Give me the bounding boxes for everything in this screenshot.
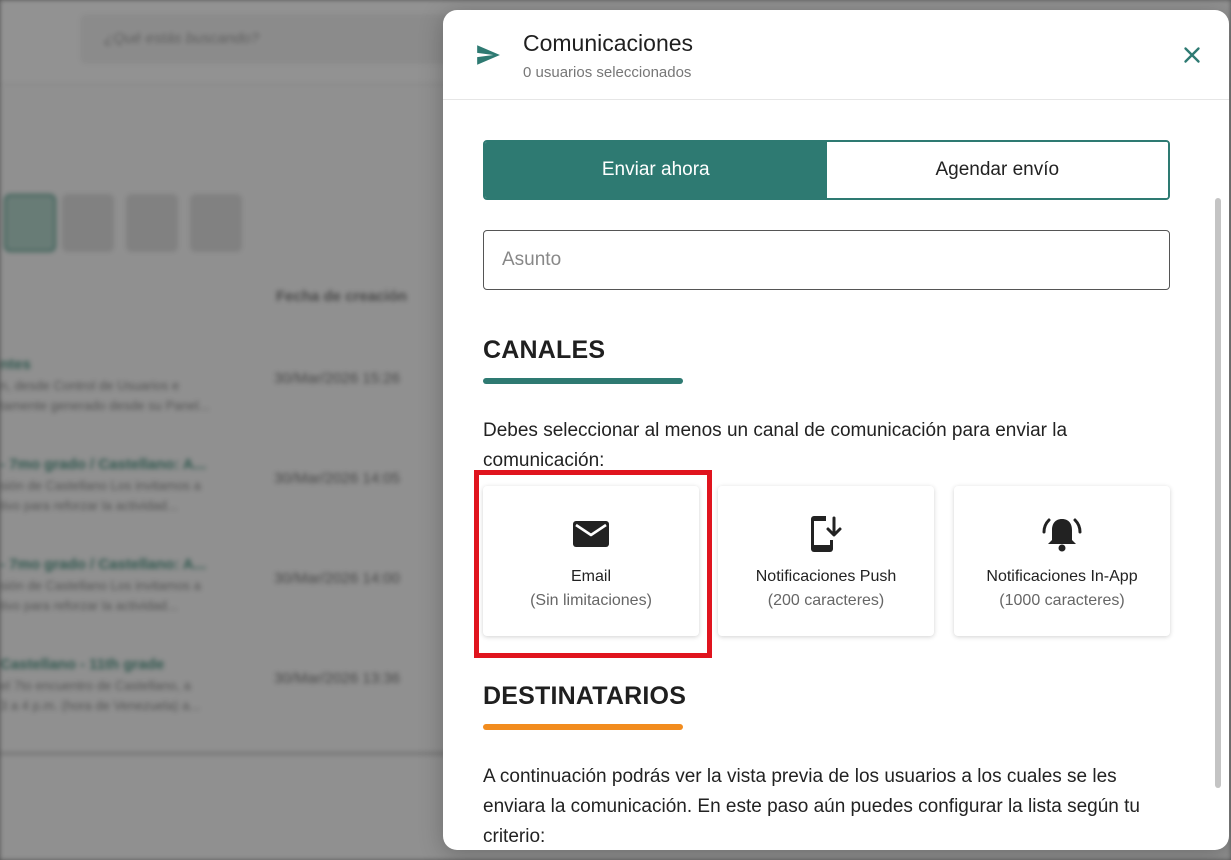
- phone-download-icon: [811, 516, 842, 552]
- channel-card-push[interactable]: Notificaciones Push (200 caracteres): [718, 486, 934, 636]
- close-icon[interactable]: [1179, 42, 1205, 68]
- tab-send-now[interactable]: Enviar ahora: [485, 142, 827, 198]
- channels-underline: [483, 378, 683, 384]
- channels-title: CANALES: [483, 336, 606, 364]
- modal-title: Comunicaciones: [523, 30, 694, 56]
- send-icon: [477, 45, 500, 65]
- subject-input[interactable]: [483, 230, 1170, 290]
- modal-header: Comunicaciones 0 usuarios seleccionados: [443, 10, 1229, 100]
- bell-ring-icon: [1042, 518, 1082, 552]
- channel-card-email[interactable]: Email (Sin limitaciones): [483, 486, 699, 636]
- modal-subtitle: 0 usuarios seleccionados: [523, 64, 692, 81]
- modal-scrollbar[interactable]: [1215, 198, 1221, 788]
- recipients-description: A continuación podrás ver la vista previ…: [483, 766, 1140, 847]
- channel-limit: (200 caracteres): [767, 592, 885, 609]
- channel-name: Email: [570, 568, 611, 585]
- recipients-title: DESTINATARIOS: [483, 682, 687, 710]
- modal-body: Enviar ahora Agendar envío CANALES Debes…: [443, 100, 1229, 850]
- channel-card-in-app[interactable]: Notificaciones In-App (1000 caracteres): [954, 486, 1170, 636]
- tab-schedule-send[interactable]: Agendar envío: [826, 142, 1168, 198]
- channel-name: Notificaciones In-App: [986, 568, 1138, 585]
- channel-limit: (Sin limitaciones): [530, 592, 652, 609]
- communications-modal: Comunicaciones 0 usuarios seleccionados …: [443, 10, 1229, 850]
- channel-limit: (1000 caracteres): [999, 592, 1125, 609]
- recipients-underline: [483, 724, 683, 730]
- mail-icon: [573, 521, 609, 547]
- channel-name: Notificaciones Push: [755, 568, 897, 585]
- send-mode-toggle: Enviar ahora Agendar envío: [483, 140, 1170, 200]
- channels-description: Debes seleccionar al menos un canal de c…: [483, 420, 1068, 471]
